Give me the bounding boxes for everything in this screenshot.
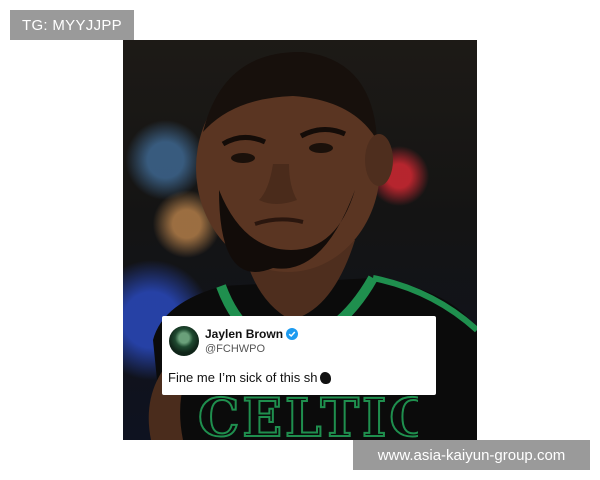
censored-emoji-icon xyxy=(319,371,331,384)
left-eye xyxy=(231,153,255,163)
tweet-text-row: Fine me I’m sick of this sh xyxy=(168,370,331,385)
verified-badge-icon xyxy=(286,328,299,340)
jersey-lettering: CELTICS xyxy=(198,394,418,440)
tweet-card: Jaylen Brown @FCHWPO Fine me I’m sick of… xyxy=(162,316,436,395)
tg-badge-text: TG: MYYJJPP xyxy=(22,16,122,34)
tweet-author-name: Jaylen Brown xyxy=(205,327,284,341)
tweet-handle[interactable]: @FCHWPO xyxy=(205,343,265,355)
ear xyxy=(365,134,393,186)
tweet-text: Fine me I’m sick of this sh xyxy=(168,370,318,385)
right-eye xyxy=(309,143,333,153)
site-watermark: www.asia-kaiyun-group.com xyxy=(353,440,590,470)
tweet-author[interactable]: Jaylen Brown xyxy=(205,327,299,341)
tg-badge: TG: MYYJJPP xyxy=(10,10,134,40)
avatar[interactable] xyxy=(169,326,199,356)
site-watermark-text: www.asia-kaiyun-group.com xyxy=(377,446,566,464)
